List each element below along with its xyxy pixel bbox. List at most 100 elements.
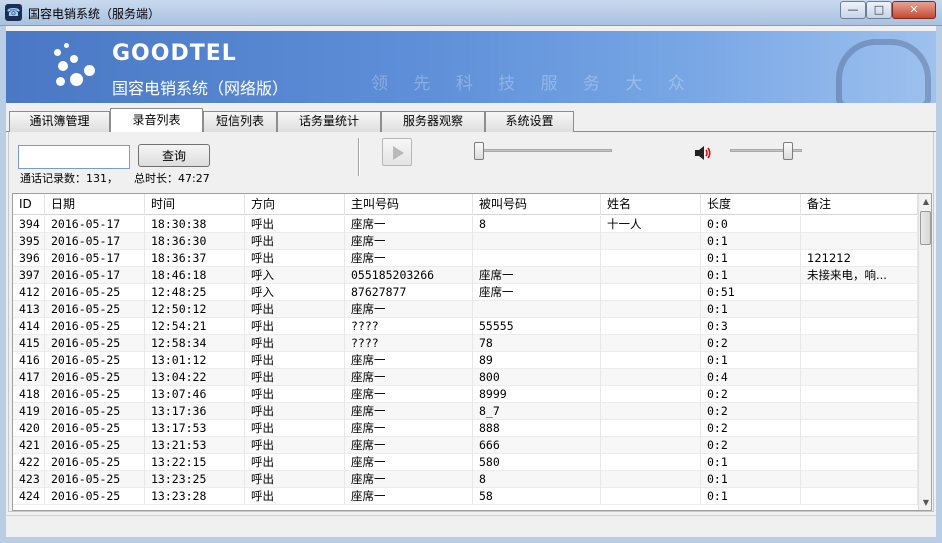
playback-position-handle[interactable] — [474, 142, 484, 160]
cell-id: 412 — [13, 284, 45, 301]
scroll-down-icon[interactable]: ▼ — [919, 495, 931, 510]
column-header-date[interactable]: 日期 — [45, 194, 145, 215]
cell-callee: 78 — [473, 335, 601, 352]
cell-name — [601, 403, 701, 420]
status-bar — [6, 515, 936, 537]
tab-sms-list[interactable]: 短信列表 — [203, 111, 277, 132]
column-header-notes[interactable]: 备注 — [801, 194, 918, 215]
title-bar[interactable]: ☎ 国容电销系统（服务端） — □ ✕ — [0, 0, 942, 26]
cell-notes: 未接来电，响... — [801, 267, 918, 284]
table-row[interactable]: 423 2016-05-25 13:23:25 呼出 座席一 8 0:1 — [13, 471, 918, 488]
table-row[interactable]: 396 2016-05-17 18:36:37 呼出 座席一 0:1 121212 — [13, 250, 918, 267]
cell-caller: 座席一 — [345, 216, 473, 233]
table-row[interactable]: 413 2016-05-25 12:50:12 呼出 座席一 0:1 — [13, 301, 918, 318]
cell-caller: 座席一 — [345, 454, 473, 471]
play-icon — [393, 146, 404, 160]
table-row[interactable]: 419 2016-05-25 13:17:36 呼出 座席一 8_7 0:2 — [13, 403, 918, 420]
table-row[interactable]: 394 2016-05-17 18:30:38 呼出 座席一 8 十一人 0:0 — [13, 216, 918, 233]
table-row[interactable]: 416 2016-05-25 13:01:12 呼出 座席一 89 0:1 — [13, 352, 918, 369]
vertical-scrollbar[interactable]: ▲ ▼ — [918, 194, 931, 510]
table-body: 394 2016-05-17 18:30:38 呼出 座席一 8 十一人 0:0 395 2016… — [13, 216, 918, 505]
tab-traffic-stats[interactable]: 话务量统计 — [277, 111, 381, 132]
cell-length: 0:2 — [701, 420, 801, 437]
cell-direction: 呼入 — [245, 267, 345, 284]
cell-date: 2016-05-25 — [45, 488, 145, 505]
scroll-thumb[interactable] — [920, 211, 931, 245]
cell-notes — [801, 386, 918, 403]
column-header-callee[interactable]: 被叫号码 — [473, 194, 601, 215]
cell-date: 2016-05-25 — [45, 335, 145, 352]
column-header-caller[interactable]: 主叫号码 — [345, 194, 473, 215]
cell-date: 2016-05-25 — [45, 369, 145, 386]
table-row[interactable]: 397 2016-05-17 18:46:18 呼入 055185203266 座席一 0:… — [13, 267, 918, 284]
cell-date: 2016-05-17 — [45, 267, 145, 284]
scroll-up-icon[interactable]: ▲ — [919, 194, 931, 209]
tab-settings[interactable]: 系统设置 — [485, 111, 574, 132]
cell-date: 2016-05-25 — [45, 318, 145, 335]
cell-id: 396 — [13, 250, 45, 267]
close-button[interactable]: ✕ — [892, 1, 936, 19]
cell-name — [601, 318, 701, 335]
cell-caller: 座席一 — [345, 301, 473, 318]
play-button[interactable] — [382, 138, 412, 166]
table-row[interactable]: 395 2016-05-17 18:36:30 呼出 座席一 0:1 — [13, 233, 918, 250]
cell-date: 2016-05-17 — [45, 216, 145, 233]
table-row[interactable]: 417 2016-05-25 13:04:22 呼出 座席一 800 0:4 — [13, 369, 918, 386]
cell-direction: 呼出 — [245, 233, 345, 250]
cell-notes: 121212 — [801, 250, 918, 267]
table-row[interactable]: 422 2016-05-25 13:22:15 呼出 座席一 580 0:1 — [13, 454, 918, 471]
cell-length: 0:1 — [701, 301, 801, 318]
cell-direction: 呼出 — [245, 454, 345, 471]
cell-length: 0:1 — [701, 250, 801, 267]
cell-notes — [801, 403, 918, 420]
cell-direction: 呼出 — [245, 352, 345, 369]
search-input[interactable] — [18, 145, 130, 169]
column-header-length[interactable]: 长度 — [701, 194, 801, 215]
column-header-id[interactable]: ID — [13, 194, 45, 215]
table-row[interactable]: 415 2016-05-25 12:58:34 呼出???? 78 0:2 — [13, 335, 918, 352]
cell-notes — [801, 420, 918, 437]
playback-position-slider[interactable] — [480, 149, 612, 152]
cell-caller: 座席一 — [345, 437, 473, 454]
cell-id: 422 — [13, 454, 45, 471]
cell-id: 418 — [13, 386, 45, 403]
cell-direction: 呼出 — [245, 216, 345, 233]
cell-callee: 8_7 — [473, 403, 601, 420]
cell-caller: 座席一 — [345, 488, 473, 505]
cell-time: 18:46:18 — [145, 267, 245, 284]
cell-length: 0:3 — [701, 318, 801, 335]
volume-handle[interactable] — [783, 142, 794, 160]
record-count: 通话记录数：131， — [20, 172, 118, 185]
cell-id: 395 — [13, 233, 45, 250]
column-header-name[interactable]: 姓名 — [601, 194, 701, 215]
cell-date: 2016-05-25 — [45, 403, 145, 420]
cell-time: 13:23:28 — [145, 488, 245, 505]
cell-length: 0:4 — [701, 369, 801, 386]
cell-direction: 呼出 — [245, 471, 345, 488]
cell-notes — [801, 301, 918, 318]
cell-name — [601, 454, 701, 471]
tab-recordings[interactable]: 录音列表 — [110, 108, 203, 133]
minimize-button[interactable]: — — [840, 1, 866, 19]
cell-name — [601, 488, 701, 505]
query-button[interactable]: 查询 — [138, 144, 210, 167]
table-row[interactable]: 418 2016-05-25 13:07:46 呼出 座席一 8999 0:2 — [13, 386, 918, 403]
cell-name — [601, 437, 701, 454]
cell-time: 18:30:38 — [145, 216, 245, 233]
cell-direction: 呼出 — [245, 403, 345, 420]
cell-direction: 呼出 — [245, 369, 345, 386]
column-header-direction[interactable]: 方向 — [245, 194, 345, 215]
maximize-button[interactable]: □ — [866, 1, 892, 19]
tab-server-monitor[interactable]: 服务器观察 — [381, 111, 485, 132]
column-header-time[interactable]: 时间 — [145, 194, 245, 215]
table-row[interactable]: 414 2016-05-25 12:54:21 呼出???? 55555 0:3 — [13, 318, 918, 335]
table-row[interactable]: 420 2016-05-25 13:17:53 呼出 座席一 888 0:2 — [13, 420, 918, 437]
cell-id: 423 — [13, 471, 45, 488]
table-row[interactable]: 421 2016-05-25 13:21:53 呼出 座席一 666 0:2 — [13, 437, 918, 454]
table-row[interactable]: 412 2016-05-25 12:48:25 呼入 87627877 座席一 0:51 — [13, 284, 918, 301]
cell-caller: 座席一 — [345, 471, 473, 488]
tab-address-book[interactable]: 通讯簿管理 — [9, 111, 110, 132]
table-row[interactable]: 424 2016-05-25 13:23:28 呼出 座席一 58 0:1 — [13, 488, 918, 505]
cell-caller: 座席一 — [345, 352, 473, 369]
cell-name: 十一人 — [601, 216, 701, 233]
